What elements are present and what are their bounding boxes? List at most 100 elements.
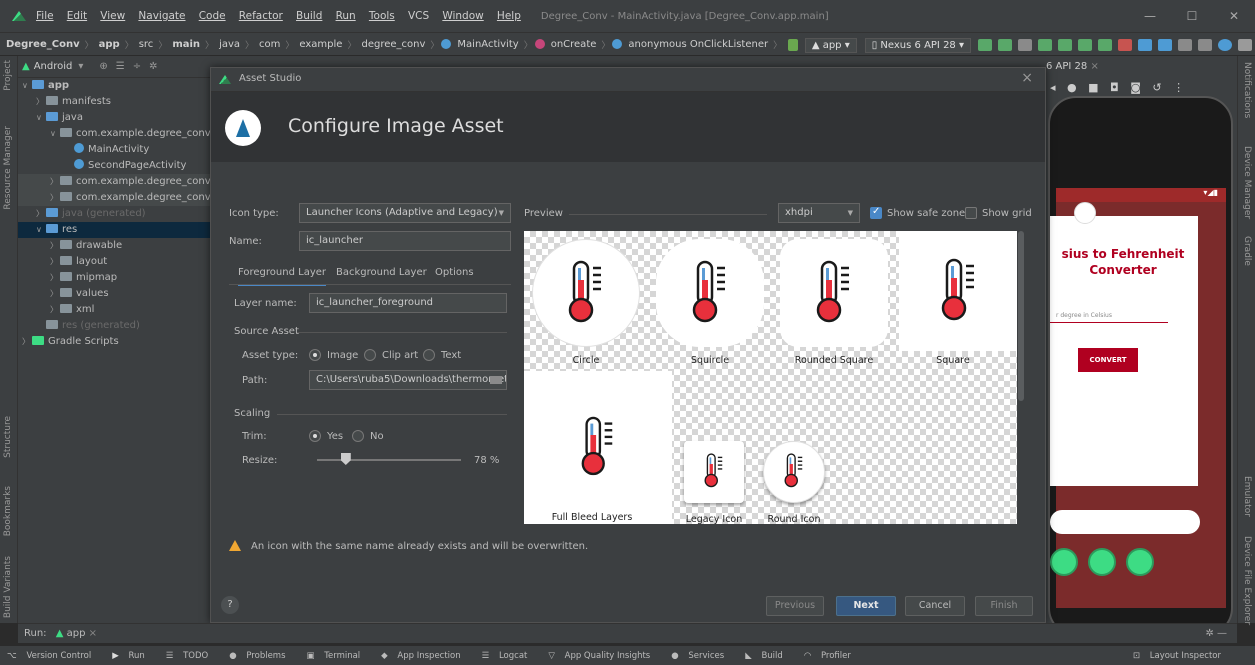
android-app-icon[interactable]	[1088, 548, 1116, 576]
trim-no-radio[interactable]	[352, 430, 364, 442]
menu-vcs[interactable]: VCS	[408, 10, 429, 22]
attach-debugger-icon[interactable]	[1098, 39, 1112, 51]
tab-notifications[interactable]: Notifications	[1242, 62, 1252, 118]
preview-scrollbar-thumb[interactable]	[1018, 231, 1024, 401]
terminal-tab[interactable]: ▣ Terminal	[307, 651, 368, 661]
tab-device-manager[interactable]: Device Manager	[1242, 146, 1252, 219]
crumb-anonymous[interactable]: anonymous OnClickListener	[625, 39, 771, 50]
path-field[interactable]: C:\Users\ruba5\Downloads\thermomet	[309, 370, 507, 390]
emulator-toolbar[interactable]: ◂ ● ■ ◘ ◙ ↺ ⋮	[1040, 78, 1237, 98]
stop-icon[interactable]	[1118, 39, 1132, 51]
tree-item[interactable]: 〉 values	[18, 286, 210, 302]
asset-type-image-radio[interactable]	[309, 349, 321, 361]
tree-item[interactable]: 〉 manifests	[18, 94, 210, 110]
crumb-example[interactable]: example	[296, 39, 345, 50]
next-button[interactable]: Next	[836, 596, 896, 616]
tree-item[interactable]: SecondPageActivity	[18, 158, 210, 174]
folder-browse-icon[interactable]	[490, 376, 502, 384]
tab-structure[interactable]: Structure	[3, 416, 13, 458]
tree-item[interactable]: 〉 xml	[18, 302, 210, 318]
run-config-tab[interactable]: app	[67, 628, 86, 639]
tree-item[interactable]: 〉 java (generated)	[18, 206, 210, 222]
asset-type-text-radio[interactable]	[423, 349, 435, 361]
profiler-tab[interactable]: ◠ Profiler	[804, 651, 858, 661]
tree-item[interactable]: ∨ com.example.degree_conv	[18, 126, 211, 142]
density-select[interactable]: xhdpi	[778, 203, 860, 223]
settings-app-icon[interactable]	[1126, 548, 1154, 576]
run-tab[interactable]: ▶ Run	[112, 651, 152, 661]
menu-run[interactable]: Run	[336, 10, 356, 22]
crumb-src[interactable]: src	[136, 39, 157, 50]
coverage-icon[interactable]	[1058, 39, 1072, 51]
tab-device-file-explorer[interactable]: Device File Explorer	[1242, 536, 1252, 625]
gear-icon[interactable]: ✲ —	[1205, 624, 1227, 644]
crumb-main[interactable]: main	[169, 39, 203, 50]
icon-type-select[interactable]: Launcher Icons (Adaptive and Legacy)	[299, 203, 511, 223]
crumb-package[interactable]: degree_conv	[358, 39, 428, 50]
previous-button[interactable]: Previous	[766, 596, 824, 616]
app-inspection-tab[interactable]: ◆ App Inspection	[381, 651, 467, 661]
project-view-select[interactable]: Android	[34, 61, 73, 72]
tree-item[interactable]: ∨ java	[18, 110, 210, 126]
menu-build[interactable]: Build	[296, 10, 322, 22]
name-field[interactable]: ic_launcher	[299, 231, 511, 251]
crumb-class[interactable]: MainActivity	[454, 39, 521, 50]
build-tab[interactable]: ◣ Build	[745, 651, 790, 661]
phone-screen[interactable]: ▾◢▮ sius to Fehrenheit Converter r degre…	[1050, 188, 1226, 608]
menu-tools[interactable]: Tools	[369, 10, 395, 22]
tab-options[interactable]: Options	[435, 267, 474, 278]
asset-type-clipart-radio[interactable]	[364, 349, 376, 361]
finish-button[interactable]: Finish	[975, 596, 1033, 616]
device-manager-icon[interactable]	[1158, 39, 1172, 51]
tab-emulator[interactable]: Emulator	[1242, 476, 1252, 517]
user-icon[interactable]	[1238, 39, 1252, 51]
hammer-icon[interactable]	[787, 39, 798, 51]
crumb-com[interactable]: com	[256, 39, 283, 50]
android-app-icon[interactable]	[1050, 548, 1078, 576]
tab-resource-manager[interactable]: Resource Manager	[3, 126, 13, 210]
minimize-icon[interactable]: —	[1129, 0, 1171, 32]
tree-item[interactable]: 〉 com.example.degree_conv	[18, 174, 211, 190]
menu-file[interactable]: File	[36, 10, 54, 22]
tree-item[interactable]: ∨ res	[18, 222, 210, 238]
device-select[interactable]: ▯ Nexus 6 API 28 ▾	[864, 37, 971, 53]
services-tab[interactable]: ● Services	[671, 651, 731, 661]
show-safe-zone-checkbox[interactable]	[870, 206, 882, 219]
menu-edit[interactable]: Edit	[67, 10, 87, 22]
profile-icon[interactable]	[1078, 39, 1092, 51]
menu-help[interactable]: Help	[497, 10, 521, 22]
cancel-button[interactable]: Cancel	[905, 596, 965, 616]
resize-slider-thumb[interactable]	[340, 453, 351, 465]
preview-scrollbar[interactable]	[1017, 231, 1025, 524]
tree-item[interactable]: 〉 layout	[18, 254, 210, 270]
help-button[interactable]: ?	[221, 596, 239, 614]
tree-item[interactable]: MainActivity	[18, 142, 210, 158]
todo-tab[interactable]: ☰ TODO	[166, 651, 215, 661]
tab-background-layer[interactable]: Background Layer	[336, 267, 427, 278]
problems-tab[interactable]: ● Problems	[229, 651, 292, 661]
tab-project[interactable]: Project	[3, 60, 13, 91]
close-icon[interactable]: ×	[1021, 70, 1033, 86]
crumb-method[interactable]: onCreate	[548, 39, 600, 50]
maximize-icon[interactable]: ☐	[1171, 0, 1213, 32]
crumb-project[interactable]: Degree_Conv	[0, 39, 83, 50]
app-quality-tab[interactable]: ▽ App Quality Insights	[548, 651, 657, 661]
apply-changes-icon[interactable]	[998, 39, 1012, 51]
menu-code[interactable]: Code	[199, 10, 226, 22]
debug-icon[interactable]	[1038, 39, 1052, 51]
celsius-input[interactable]: r degree in Celsius	[1050, 312, 1168, 323]
resize-slider-track[interactable]	[317, 459, 461, 461]
update-icon[interactable]	[1218, 39, 1232, 51]
sync-icon[interactable]	[1138, 39, 1152, 51]
crumb-module[interactable]: app	[96, 39, 123, 50]
trim-yes-radio[interactable]	[309, 430, 321, 442]
layout-inspector-tab[interactable]: ⊡ Layout Inspector	[1133, 651, 1228, 661]
vcs-tab[interactable]: ⌥ Version Control	[7, 651, 98, 661]
menu-view[interactable]: View	[100, 10, 125, 22]
menu-window[interactable]: Window	[442, 10, 483, 22]
logcat-tab[interactable]: ☰ Logcat	[482, 651, 535, 661]
google-search-bar[interactable]	[1050, 510, 1200, 534]
tab-bookmarks[interactable]: Bookmarks	[3, 486, 13, 536]
project-panel-actions[interactable]: ⊕☰÷✲	[99, 61, 165, 72]
emulator-tab[interactable]: 6 API 28 ×	[1040, 56, 1237, 78]
